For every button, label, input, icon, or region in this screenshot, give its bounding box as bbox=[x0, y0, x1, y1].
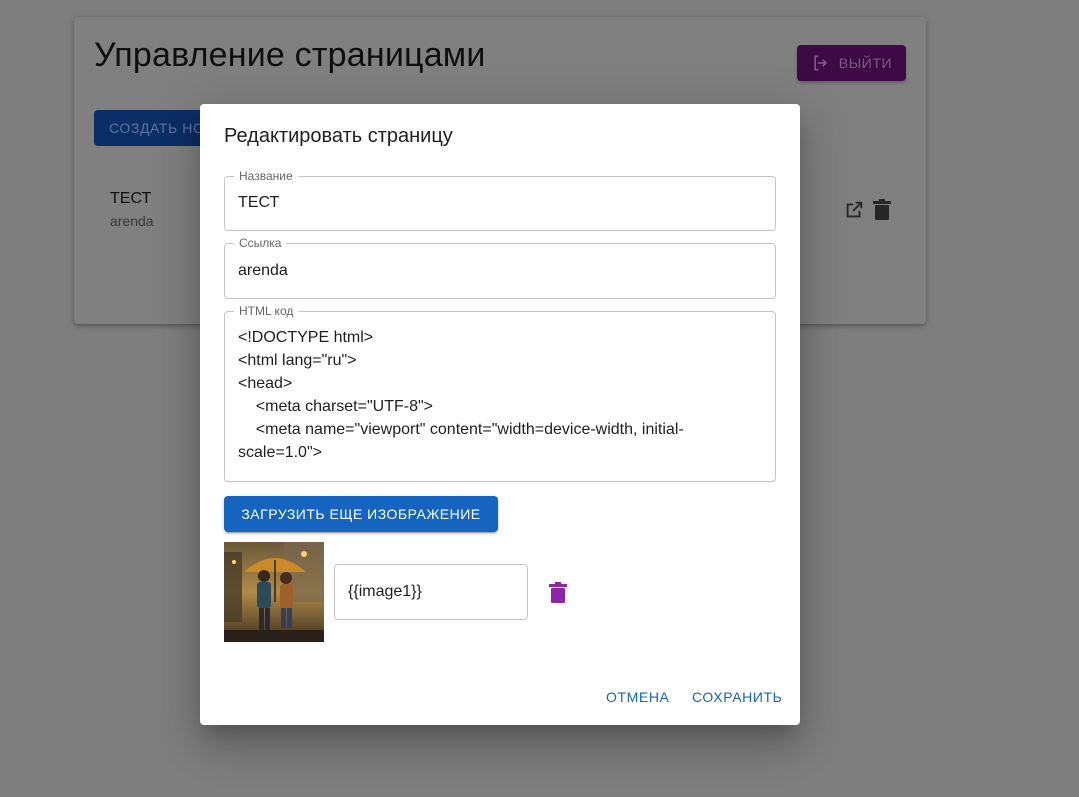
edit-page-dialog: Редактировать страницу Название ТЕСТ Ссы… bbox=[200, 104, 800, 725]
html-code-value: <!DOCTYPE html> <html lang="ru"> <head> … bbox=[238, 329, 684, 461]
save-button[interactable]: СОХРАНИТЬ bbox=[692, 689, 782, 705]
image-placeholder-value: {{image1}} bbox=[348, 583, 422, 600]
link-field-value: arenda bbox=[238, 262, 288, 279]
delete-image-icon[interactable] bbox=[548, 582, 568, 604]
image-placeholder-field[interactable]: {{image1}} bbox=[334, 564, 528, 620]
upload-image-button[interactable]: ЗАГРУЗИТЬ ЕЩЕ ИЗОБРАЖЕНИЕ bbox=[224, 496, 498, 532]
dialog-title: Редактировать страницу bbox=[224, 125, 453, 147]
html-code-field[interactable]: HTML код <!DOCTYPE html> <html lang="ru"… bbox=[224, 304, 776, 482]
name-field-label: Название bbox=[234, 169, 298, 183]
cancel-button[interactable]: ОТМЕНА bbox=[606, 689, 670, 705]
open-external-icon[interactable] bbox=[843, 199, 865, 221]
name-field[interactable]: Название ТЕСТ bbox=[224, 169, 776, 231]
page-title: Управление страницами bbox=[94, 36, 486, 74]
create-page-button[interactable]: СОЗДАТЬ НОВУЮ bbox=[94, 110, 214, 146]
delete-icon[interactable] bbox=[872, 199, 892, 221]
html-code-field-label: HTML код bbox=[234, 304, 299, 318]
name-field-value: ТЕСТ bbox=[238, 194, 280, 211]
link-field-label: Ссылка bbox=[234, 236, 287, 250]
link-field[interactable]: Ссылка arenda bbox=[224, 236, 776, 299]
list-item-subtitle: arenda bbox=[110, 213, 154, 229]
list-item-title: ТЕСТ bbox=[110, 190, 152, 207]
logout-icon bbox=[814, 55, 827, 71]
logout-button[interactable]: ВЫЙТИ bbox=[797, 45, 906, 81]
uploaded-image-thumbnail bbox=[224, 542, 324, 642]
logout-label: ВЫЙТИ bbox=[838, 55, 893, 71]
